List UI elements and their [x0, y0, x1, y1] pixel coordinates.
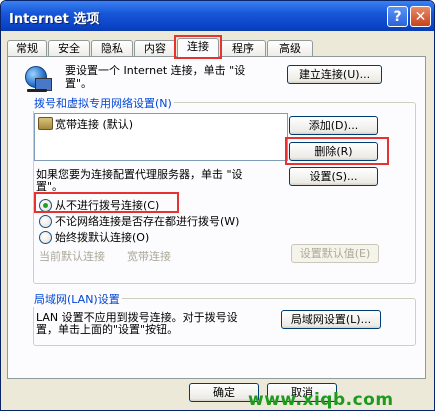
never-dial-highlight-box: [34, 192, 179, 213]
tab-content[interactable]: 内容: [134, 40, 176, 57]
close-button[interactable]: ✕: [410, 6, 431, 27]
current-default-value: 宽带连接: [127, 250, 171, 263]
tab-security[interactable]: 安全: [48, 40, 90, 57]
dial-whenever-radio[interactable]: [39, 215, 52, 228]
tab-general[interactable]: 常规: [7, 40, 47, 57]
list-item-label: 宽带连接 (默认): [55, 118, 134, 131]
lan-text-line2: 置，单击上面的"设置"按钮。: [36, 323, 179, 336]
current-default-label: 当前默认连接: [39, 250, 105, 263]
tab-privacy[interactable]: 隐私: [91, 40, 133, 57]
watermark-text: www.xiqb.com: [248, 390, 394, 410]
globe-computer-icon: [25, 66, 52, 92]
dialup-group-label: 拨号和虚拟专用网络设置(N): [32, 95, 174, 111]
lan-settings-button[interactable]: 局域网设置(L)...: [281, 310, 381, 329]
tab-advanced[interactable]: 高级: [267, 40, 313, 57]
internet-options-window: Internet 选项 ? ✕ 常规 安全 隐私 内容 连接 程序 高级 要设置…: [0, 0, 435, 411]
window-title: Internet 选项: [9, 12, 100, 27]
lan-group-label: 局域网(LAN)设置: [32, 291, 122, 307]
dial-whenever-label[interactable]: 不论网络连接是否存在都进行拨号(W): [55, 213, 239, 229]
connection-listbox[interactable]: 宽带连接 (默认): [34, 113, 288, 161]
tab-highlight-box: [174, 35, 222, 59]
tab-programs[interactable]: 程序: [220, 40, 266, 57]
proxy-text-line1: 如果您要为连接配置代理服务器，单击 "设: [36, 168, 243, 181]
remove-highlight-box: [285, 137, 389, 165]
modem-icon: [38, 117, 53, 130]
add-button[interactable]: 添加(D)...: [289, 116, 378, 135]
title-bar[interactable]: Internet 选项 ? ✕: [1, 1, 434, 31]
settings-button[interactable]: 设置(S)...: [289, 167, 378, 186]
help-button[interactable]: ?: [387, 6, 408, 27]
setup-text-line2: 置"。: [65, 77, 93, 90]
always-dial-default-label[interactable]: 始终拨默认连接(O): [55, 229, 149, 245]
always-dial-default-radio[interactable]: [39, 231, 52, 244]
set-default-button[interactable]: 设置默认值(E): [291, 244, 379, 263]
setup-connection-button[interactable]: 建立连接(U)...: [287, 65, 382, 84]
